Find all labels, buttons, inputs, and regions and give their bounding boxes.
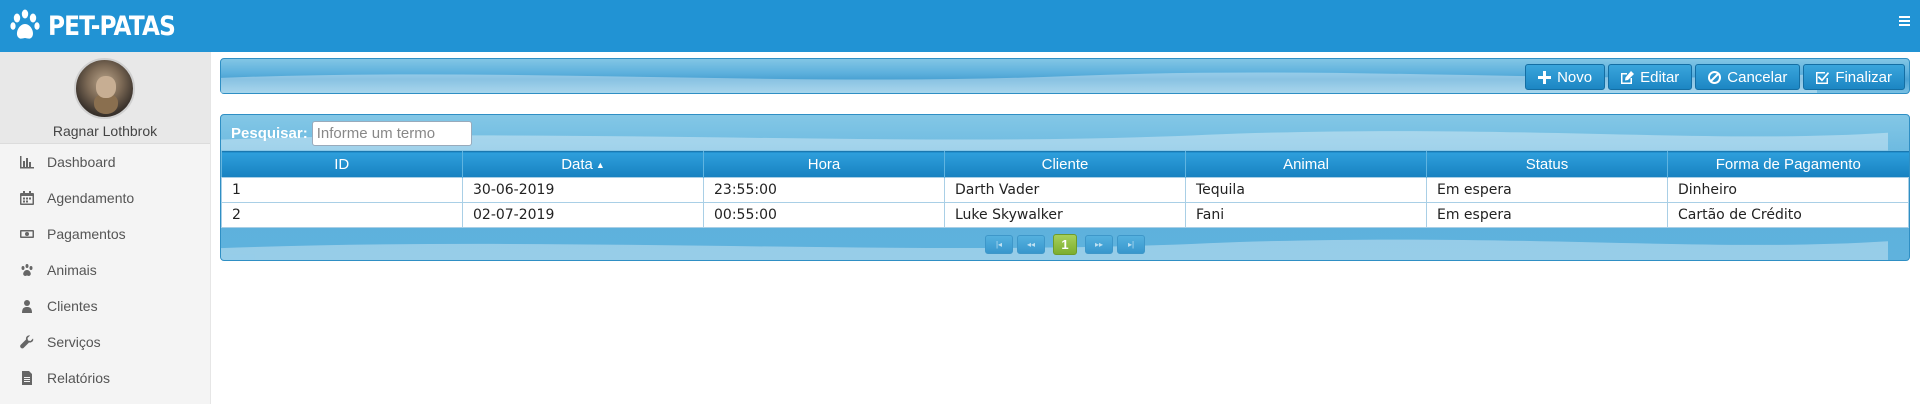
user-name: Ragnar Lothbrok — [52, 123, 158, 139]
search-bar: Pesquisar: — [221, 115, 1909, 151]
cancelar-button[interactable]: Cancelar — [1695, 64, 1801, 90]
sidebar-item-animais[interactable]: Animais — [0, 252, 210, 288]
user-icon — [20, 299, 34, 313]
column-header-data[interactable]: Data ▲ — [462, 151, 704, 178]
cell-id: 1 — [221, 177, 463, 203]
cell-cliente: Luke Skywalker — [944, 202, 1186, 228]
column-header-animal[interactable]: Animal — [1185, 151, 1427, 178]
toolbar-buttons: Novo Editar Cancelar Finalizar — [1525, 64, 1905, 90]
column-header-id[interactable]: ID — [221, 151, 463, 178]
cell-data: 30-06-2019 — [462, 177, 704, 203]
prev-page-button[interactable]: ◂◂ — [1017, 234, 1045, 254]
paw-icon — [20, 263, 34, 277]
finalizar-button[interactable]: Finalizar — [1803, 64, 1905, 90]
user-profile: Ragnar Lothbrok — [0, 52, 210, 144]
table-row[interactable]: 2 02-07-2019 00:55:00 Luke Skywalker Fan… — [221, 202, 1909, 228]
page-number-button[interactable]: 1 — [1053, 233, 1077, 255]
column-header-cliente[interactable]: Cliente — [944, 151, 1186, 178]
edit-icon — [1621, 70, 1635, 84]
sidebar-item-pagamentos[interactable]: Pagamentos — [0, 216, 210, 252]
file-icon — [20, 371, 34, 385]
money-icon — [20, 227, 34, 241]
cell-hora: 23:55:00 — [703, 177, 945, 203]
cell-forma-pagamento: Dinheiro — [1667, 177, 1909, 203]
ban-icon — [1708, 70, 1722, 84]
search-label: Pesquisar: — [231, 124, 308, 142]
data-grid: ID Data ▲ Hora Cliente Animal Status Form… — [221, 151, 1909, 228]
editar-button[interactable]: Editar — [1608, 64, 1693, 90]
sidebar-item-label: Clientes — [47, 298, 98, 314]
cell-hora: 00:55:00 — [703, 202, 945, 228]
sidebar-nav: Dashboard Agendamento Pagamentos Animais… — [0, 144, 210, 396]
brand[interactable]: PET-PATAS — [10, 9, 196, 43]
column-header-forma-pagamento[interactable]: Forma de Pagamento — [1667, 151, 1909, 178]
cell-data: 02-07-2019 — [462, 202, 704, 228]
column-header-status[interactable]: Status — [1426, 151, 1668, 178]
cell-status: Em espera — [1426, 177, 1668, 203]
paginator: |◂ ◂◂ 1 ▸▸ ▸| — [221, 228, 1909, 260]
sidebar-item-servicos[interactable]: Serviços — [0, 324, 210, 360]
top-bar: PET-PATAS — [0, 0, 1920, 52]
sidebar-item-label: Serviços — [47, 334, 101, 350]
cell-status: Em espera — [1426, 202, 1668, 228]
column-header-hora[interactable]: Hora — [703, 151, 945, 178]
plus-icon — [1538, 70, 1552, 84]
sidebar-item-clientes[interactable]: Clientes — [0, 288, 210, 324]
first-page-button[interactable]: |◂ — [985, 234, 1013, 254]
cell-animal: Tequila — [1185, 177, 1427, 203]
brand-name: PET-PATAS — [48, 10, 176, 42]
sidebar-item-label: Agendamento — [47, 190, 135, 206]
novo-button[interactable]: Novo — [1525, 64, 1606, 90]
paw-icon — [10, 9, 40, 39]
table-row[interactable]: 1 30-06-2019 23:55:00 Darth Vader Tequil… — [221, 177, 1909, 203]
check-square-icon — [1816, 71, 1830, 84]
sidebar-item-relatorios[interactable]: Relatórios — [0, 360, 210, 396]
search-input[interactable] — [311, 120, 472, 146]
cell-forma-pagamento: Cartão de Crédito — [1667, 202, 1909, 228]
sidebar-item-label: Dashboard — [47, 154, 116, 170]
next-page-button[interactable]: ▸▸ — [1085, 234, 1113, 254]
sort-icon: ▲ — [595, 160, 605, 171]
last-page-button[interactable]: ▸| — [1117, 234, 1145, 254]
sidebar-item-label: Animais — [47, 262, 97, 278]
cell-id: 2 — [221, 202, 463, 228]
sidebar-item-label: Relatórios — [47, 370, 111, 386]
sidebar: Ragnar Lothbrok Dashboard Agendamento Pa… — [0, 52, 211, 404]
table-header-row: ID Data ▲ Hora Cliente Animal Status Form… — [221, 151, 1909, 178]
avatar — [74, 58, 135, 119]
bar-chart-icon — [20, 155, 34, 169]
appointments-table: Pesquisar: ID Data▲ Hora Cliente Animal … — [220, 114, 1910, 261]
calendar-icon — [20, 191, 34, 205]
cell-animal: Fani — [1185, 202, 1427, 228]
sidebar-item-dashboard[interactable]: Dashboard — [0, 144, 210, 180]
cell-cliente: Darth Vader — [944, 177, 1186, 203]
hamburger-icon[interactable] — [1899, 16, 1910, 26]
sidebar-item-agendamento[interactable]: Agendamento — [0, 180, 210, 216]
sidebar-item-label: Pagamentos — [47, 226, 126, 242]
wrench-icon — [20, 335, 34, 349]
toolbar: Novo Editar Cancelar Finalizar — [220, 58, 1910, 94]
